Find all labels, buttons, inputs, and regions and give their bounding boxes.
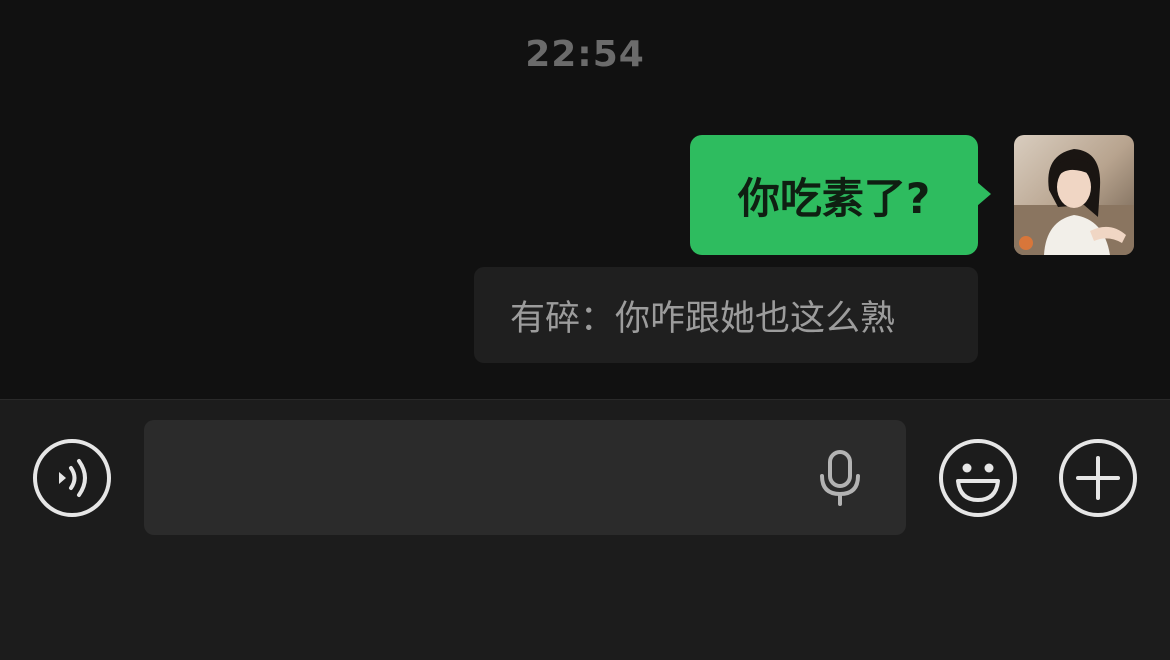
plus-icon: [1059, 439, 1137, 517]
avatar[interactable]: [1014, 135, 1134, 255]
sent-message-bubble[interactable]: 你吃素了?: [690, 135, 978, 255]
message-input[interactable]: [144, 420, 906, 535]
emoji-icon: [939, 439, 1017, 517]
voice-mode-icon: [33, 439, 111, 517]
chat-area: 22:54 你吃素了? 有碎：你咋跟她也这么熟: [0, 0, 1170, 399]
quoted-message[interactable]: 有碎：你咋跟她也这么熟: [474, 267, 978, 363]
avatar-photo-image: [1014, 135, 1134, 255]
microphone-icon: [820, 450, 860, 506]
message-timestamp: 22:54: [525, 34, 645, 75]
microphone-button[interactable]: [812, 448, 868, 508]
bubble-tail: [977, 182, 991, 206]
emoji-button[interactable]: [938, 438, 1018, 518]
voice-mode-button[interactable]: [32, 438, 112, 518]
more-options-button[interactable]: [1058, 438, 1138, 518]
